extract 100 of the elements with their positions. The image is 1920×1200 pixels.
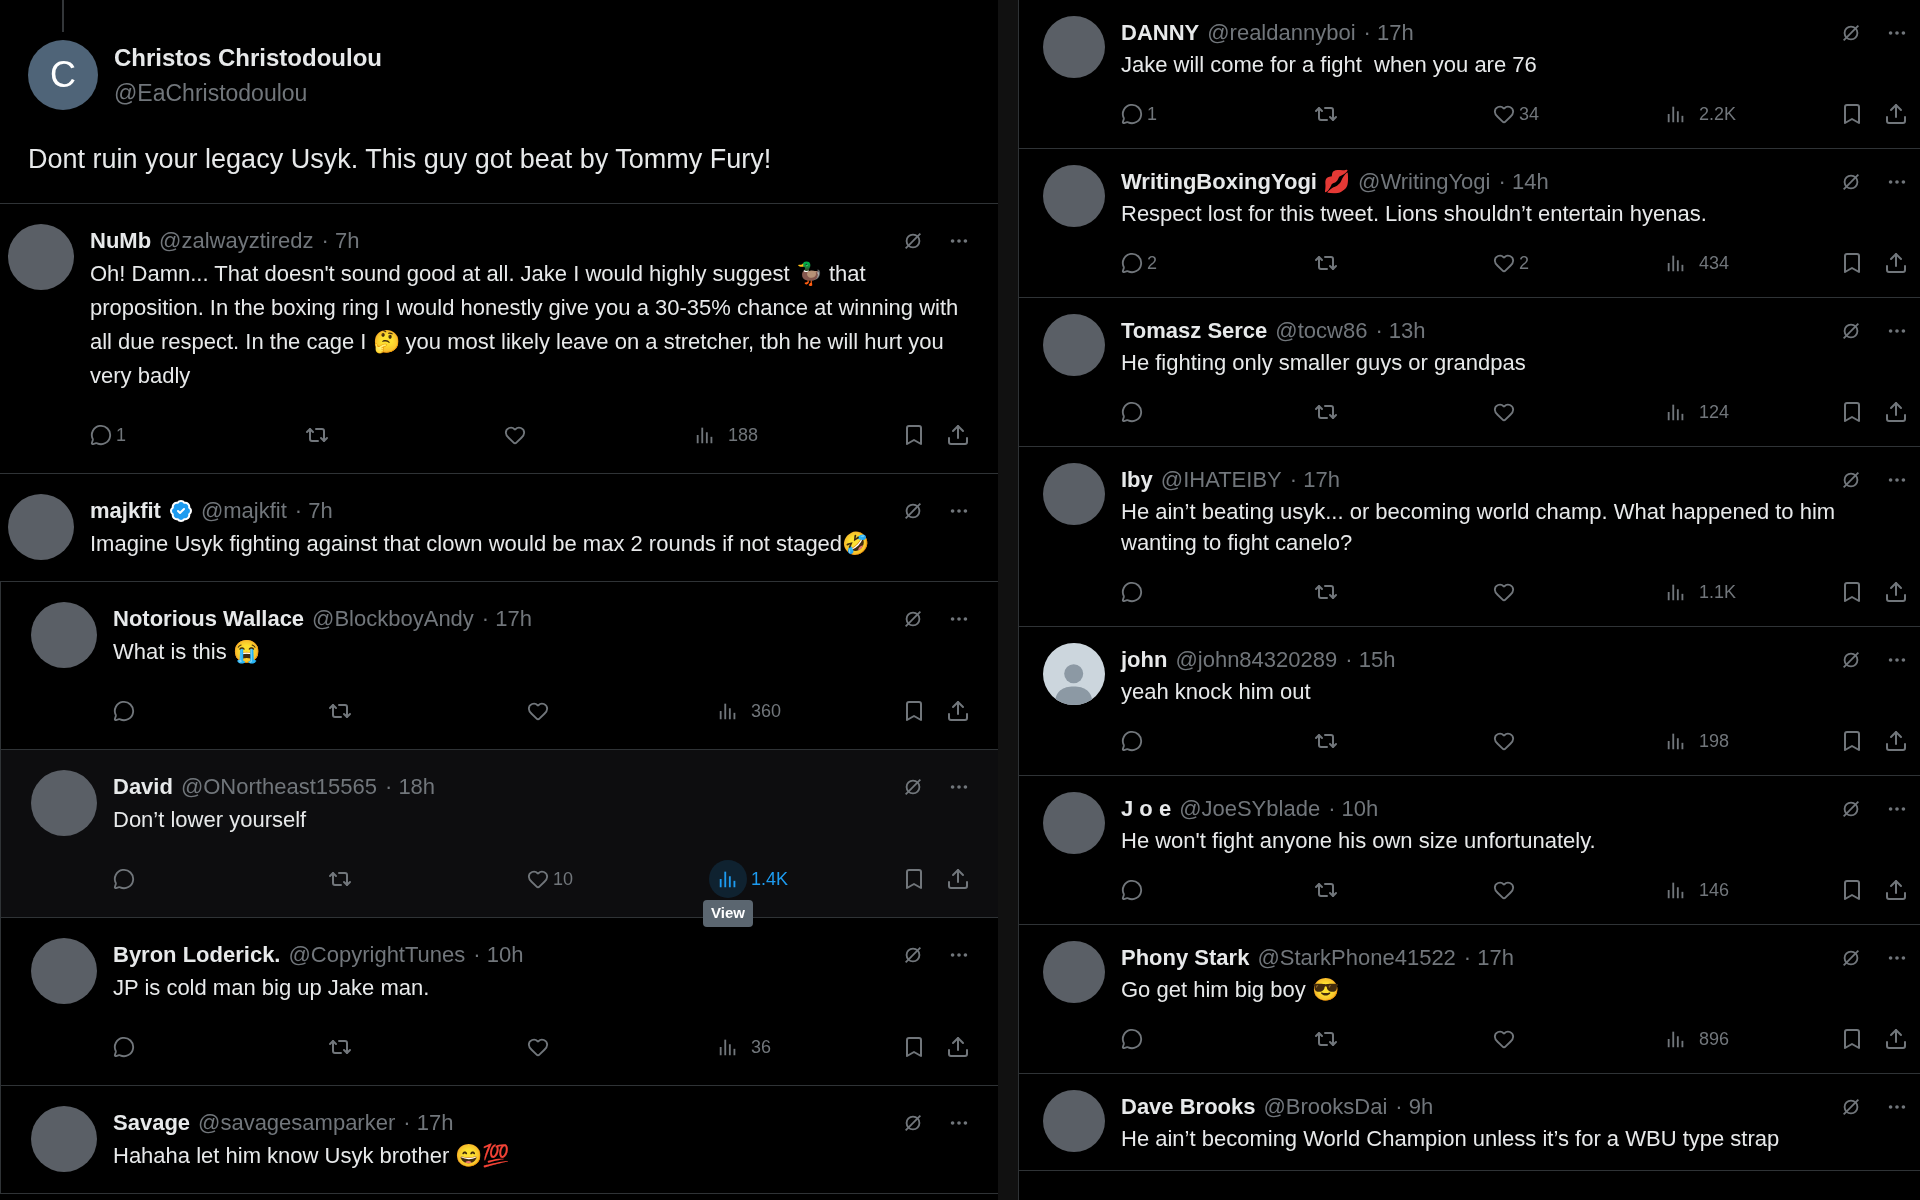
reply-text: He fighting only smaller guys or grandpas: [1121, 349, 1527, 377]
user-handle[interactable]: @WritingYogi: [1358, 165, 1491, 198]
reply-icon[interactable]: [1121, 1028, 1143, 1050]
reply-icon[interactable]: [113, 700, 135, 722]
reply-post[interactable]: Notorious Wallace @BlockboyAndy · 17h What is this 😭 360: [0, 582, 998, 750]
reply-text: yeah knock him out: [1121, 678, 1312, 706]
count: 1: [116, 423, 126, 447]
post-time: · 17h: [1463, 944, 1514, 972]
reply-text: Respect lost for this tweet. Lions shouldn’t entertain hyenas.: [1121, 200, 1708, 228]
views-button[interactable]: 146: [1657, 871, 1734, 909]
reply-icon[interactable]: [1121, 730, 1143, 752]
post-time: · 18h: [384, 773, 436, 801]
reply-post[interactable]: Byron Loderick. @CopyrightTunes · 10h JP is cold man big up Jake man. 36: [0, 918, 998, 1086]
views-button[interactable]: 188: [686, 416, 763, 454]
user-handle[interactable]: @EaChristodoulou: [114, 76, 382, 111]
like-icon[interactable]: [1493, 1028, 1515, 1050]
like-icon[interactable]: [1493, 879, 1515, 901]
views-button[interactable]: 896: [1657, 1020, 1734, 1058]
post-time: · 17h: [1289, 466, 1340, 494]
views-button[interactable]: 198: [1657, 722, 1734, 760]
views-button[interactable]: 434: [1657, 244, 1734, 282]
share-icon[interactable]: [946, 867, 970, 891]
post-time: · 14h: [1498, 168, 1549, 196]
like-icon[interactable]: [1493, 581, 1515, 603]
tooltip: View: [703, 900, 753, 927]
user-name[interactable]: Byron Loderick.: [113, 938, 281, 971]
user-handle[interactable]: @JoeSYblade: [1179, 792, 1321, 825]
reply-icon[interactable]: [113, 1036, 135, 1058]
reply-text: Oh! Damn... That doesn't sound good at all. Jake I would highly suggest 🦆 that proposition. In the boxing ring I would honestly give you a 30-35% chance at winning with all due respect. In the cage I 🤔 you most likely leave on a stretcher, tbh he will hurt you very badly: [90, 260, 960, 390]
count: 2: [1147, 251, 1157, 275]
user-handle[interactable]: @john84320289: [1175, 643, 1338, 676]
user-handle[interactable]: @ONortheast15565: [180, 770, 377, 803]
user-handle[interactable]: @majkfit: [200, 494, 287, 527]
reply-post[interactable]: Savage @savagesamparker · 17h Hahaha let him know Usyk brother 😄💯: [0, 1086, 998, 1194]
share-icon[interactable]: [1884, 102, 1908, 126]
like-icon[interactable]: [527, 700, 549, 722]
user-handle[interactable]: @BrooksDai: [1263, 1090, 1388, 1123]
share-icon[interactable]: [946, 1035, 970, 1059]
views-button[interactable]: 1.4K: [709, 860, 793, 898]
like-icon[interactable]: [504, 424, 526, 446]
reply-icon[interactable]: [90, 424, 112, 446]
user-name[interactable]: Phony Stark: [1121, 941, 1250, 974]
user-name[interactable]: David: [113, 770, 173, 803]
like-icon[interactable]: [1493, 103, 1515, 125]
reply-icon[interactable]: [1121, 401, 1143, 423]
count: 34: [1519, 102, 1540, 126]
user-handle[interactable]: @tocw86: [1275, 314, 1368, 347]
user-name[interactable]: john: [1121, 643, 1168, 676]
count: 10: [553, 867, 574, 891]
user-handle[interactable]: @CopyrightTunes: [288, 938, 466, 971]
user-name[interactable]: Savage: [113, 1106, 191, 1139]
reply-icon[interactable]: [1121, 581, 1143, 603]
reply-text: Imagine Usyk fighting against that clown would be max 2 rounds if not staged🤣: [90, 530, 871, 558]
post-time: · 17h: [1363, 19, 1414, 47]
user-name[interactable]: Iby: [1121, 463, 1153, 496]
views-button[interactable]: 360: [709, 692, 786, 730]
reply-icon[interactable]: [113, 868, 135, 890]
post-time: · 10h: [1328, 795, 1379, 823]
share-icon[interactable]: [1884, 878, 1908, 902]
user-name[interactable]: Dave Brooks: [1121, 1090, 1256, 1123]
reply-icon[interactable]: [1121, 252, 1143, 274]
reply-text: JP is cold man big up Jake man.: [113, 974, 431, 1002]
user-name[interactable]: Tomasz Serce: [1121, 314, 1268, 347]
share-icon[interactable]: [946, 423, 970, 447]
like-icon[interactable]: [1493, 401, 1515, 423]
share-icon[interactable]: [1884, 251, 1908, 275]
share-icon[interactable]: [1884, 729, 1908, 753]
user-name[interactable]: Christos Christodoulou: [114, 40, 382, 76]
like-icon[interactable]: [527, 868, 549, 890]
user-name[interactable]: J o e: [1121, 792, 1172, 825]
views-button[interactable]: 36: [709, 1028, 776, 1066]
user-handle[interactable]: @realdannyboi: [1207, 16, 1356, 49]
share-icon[interactable]: [1884, 1027, 1908, 1051]
user-handle[interactable]: @savagesamparker: [198, 1106, 396, 1139]
reply-text: Go get him big boy 😎: [1121, 976, 1340, 1004]
user-handle[interactable]: @IHATEIBY: [1160, 463, 1282, 496]
share-icon[interactable]: [946, 699, 970, 723]
views-button[interactable]: 1.1K: [1657, 573, 1741, 611]
user-name[interactable]: Notorious Wallace: [113, 602, 305, 635]
user-handle[interactable]: @zalwayztiredz: [159, 224, 314, 257]
user-name[interactable]: NuMb: [90, 224, 152, 257]
reply-text: He ain’t becoming World Champion unless it’s for a WBU type strap: [1121, 1125, 1781, 1153]
user-name[interactable]: DANNY: [1121, 16, 1200, 49]
reply-icon[interactable]: [1121, 879, 1143, 901]
like-icon[interactable]: [527, 1036, 549, 1058]
reply-icon[interactable]: [1121, 103, 1143, 125]
reply-text: He won't fight anyone his own size unfortunately.: [1121, 827, 1597, 855]
avatar[interactable]: C: [28, 40, 98, 111]
views-button[interactable]: 124: [1657, 393, 1734, 431]
user-handle[interactable]: @BlockboyAndy: [312, 602, 474, 635]
share-icon[interactable]: [1884, 580, 1908, 604]
like-icon[interactable]: [1493, 730, 1515, 752]
like-icon[interactable]: [1493, 252, 1515, 274]
share-icon[interactable]: [1884, 400, 1908, 424]
user-name[interactable]: majkfit: [90, 494, 161, 527]
post-time: · 15h: [1345, 646, 1396, 674]
views-button[interactable]: 2.2K: [1657, 95, 1741, 133]
user-handle[interactable]: @StarkPhone41522: [1257, 941, 1456, 974]
user-name[interactable]: WritingBoxingYogi 💋: [1121, 165, 1351, 198]
reply-text: He ain’t beating usyk... or becoming world champ. What happened to him wanting to fight canelo?: [1121, 498, 1837, 557]
